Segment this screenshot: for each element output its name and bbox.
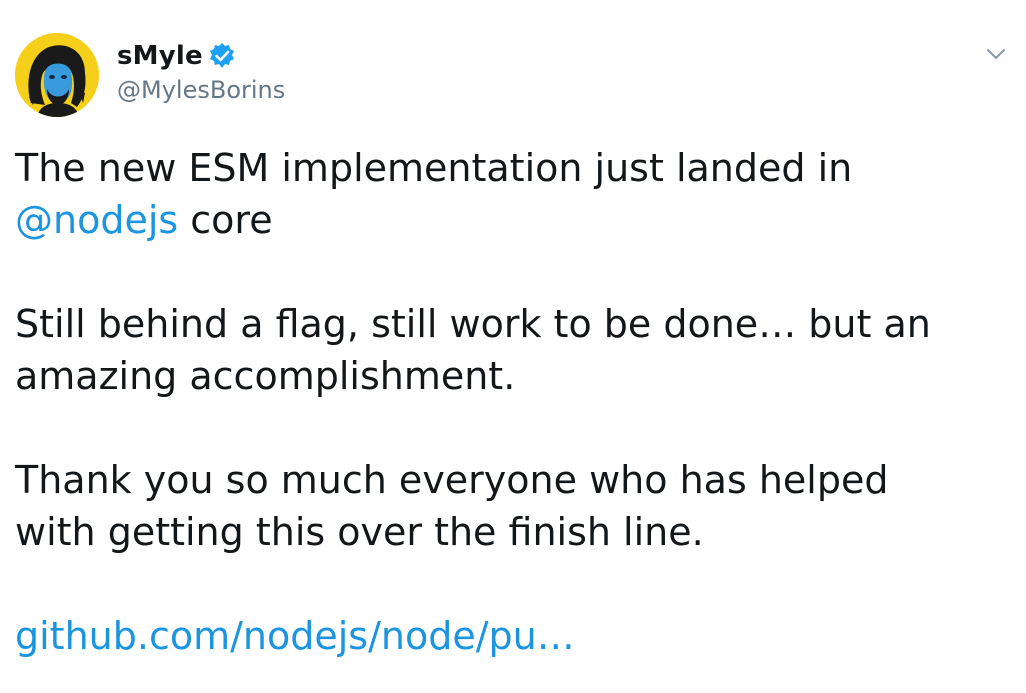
tweet-line-5: Thank you so much everyone who has helpe… — [15, 458, 889, 502]
avatar-portrait-icon — [15, 33, 99, 117]
verified-badge-icon — [207, 41, 237, 71]
tweet-body: The new ESM implementation just landed i… — [15, 142, 1015, 662]
author-display-name[interactable]: sMyle — [117, 41, 203, 71]
tweet-card: sMyle @MylesBorins The new ESM implement… — [0, 0, 1026, 693]
tweet-line-4: amazing accomplishment. — [15, 354, 516, 398]
tweet-line-3: Still behind a flag, still work to be do… — [15, 302, 931, 346]
tweet-line-6: with getting this over the finish line. — [15, 510, 704, 554]
chevron-down-icon[interactable] — [984, 42, 1008, 66]
author-handle[interactable]: @MylesBorins — [117, 76, 285, 104]
tweet-line-link: github.com/nodejs/node/pu… — [15, 610, 1015, 662]
github-link[interactable]: github.com/nodejs/node/pu… — [15, 614, 575, 658]
author-avatar[interactable] — [15, 33, 99, 117]
author-name-row[interactable]: sMyle — [117, 40, 237, 72]
mention-link[interactable]: @nodejs — [15, 198, 178, 242]
tweet-line-2: @nodejs core — [15, 194, 1015, 246]
tweet-line-2-text: core — [178, 198, 273, 242]
tweet-line-1: The new ESM implementation just landed i… — [15, 146, 853, 190]
